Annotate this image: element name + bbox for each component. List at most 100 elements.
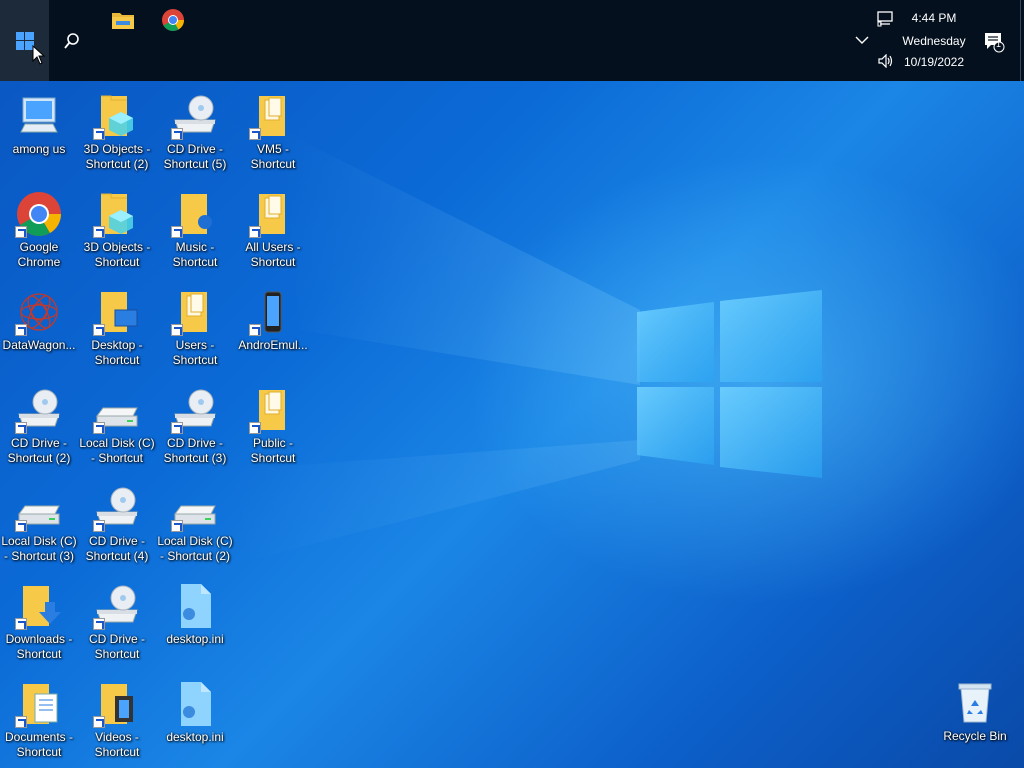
desktop-icon-label: Videos - Shortcut xyxy=(94,730,140,759)
folder-documents-icon xyxy=(15,680,63,728)
shortcut-arrow-icon xyxy=(15,422,27,434)
file-explorer-taskbar-button[interactable] xyxy=(100,0,146,40)
desktop-icon-label: CD Drive - Shortcut (5) xyxy=(163,142,227,171)
clock-date[interactable]: 10/19/2022 xyxy=(900,55,968,69)
desktop-icon-label: Desktop - Shortcut xyxy=(91,338,143,367)
desktop-icon[interactable]: Public - Shortcut xyxy=(235,386,311,466)
phone-icon xyxy=(249,288,297,336)
shortcut-arrow-icon xyxy=(15,716,27,728)
computer-icon xyxy=(15,92,63,140)
mouse-cursor-icon xyxy=(32,45,46,65)
chrome-icon xyxy=(162,9,184,31)
desktop-icon[interactable]: VM5 - Shortcut xyxy=(235,92,311,172)
desktop-icon[interactable]: Users - Shortcut xyxy=(157,288,233,368)
shortcut-arrow-icon xyxy=(249,422,261,434)
desktop-icon[interactable]: 3D Objects - Shortcut (2) xyxy=(79,92,155,172)
desktop-icon[interactable]: among us xyxy=(1,92,77,157)
shortcut-arrow-icon xyxy=(171,422,183,434)
desktop-icon[interactable]: Desktop - Shortcut xyxy=(79,288,155,368)
desktop-icon-label: Downloads - Shortcut xyxy=(5,632,73,661)
desktop-icon[interactable]: Documents - Shortcut xyxy=(1,680,77,760)
desktop-icon[interactable]: Videos - Shortcut xyxy=(79,680,155,760)
desktop-icon-label: desktop.ini xyxy=(166,730,224,744)
desktop-icon[interactable]: 3D Objects - Shortcut xyxy=(79,190,155,270)
cd-drive-icon xyxy=(93,582,141,630)
desktop-icon-label: Users - Shortcut xyxy=(172,338,218,367)
desktop-icon[interactable]: desktop.ini xyxy=(157,680,233,745)
shortcut-arrow-icon xyxy=(93,716,105,728)
shortcut-arrow-icon xyxy=(15,324,27,336)
ini-file-icon xyxy=(171,680,219,728)
desktop-icon-label: Local Disk (C) - Shortcut (2) xyxy=(157,534,233,563)
desktop-icon[interactable]: DataWagon... xyxy=(1,288,77,353)
desktop-icon[interactable]: Local Disk (C) - Shortcut (3) xyxy=(1,484,77,564)
network-icon[interactable] xyxy=(876,10,896,28)
cd-drive-icon xyxy=(15,386,63,434)
desktop-icon-label: 3D Objects - Shortcut xyxy=(83,240,151,269)
folder-docs-icon xyxy=(249,386,297,434)
desktop-background[interactable]: among us 3D Objects - Shortcut (2) CD Driv… xyxy=(0,0,1024,768)
shortcut-arrow-icon xyxy=(171,128,183,140)
start-button[interactable] xyxy=(0,0,49,81)
desktop-icon[interactable]: CD Drive - Shortcut xyxy=(79,582,155,662)
desktop-icon[interactable]: CD Drive - Shortcut (5) xyxy=(157,92,233,172)
desktop-icon-label: desktop.ini xyxy=(166,632,224,646)
datawagon-icon xyxy=(15,288,63,336)
volume-icon[interactable] xyxy=(876,52,896,70)
folder-docs-icon xyxy=(249,92,297,140)
action-center-button[interactable]: 1 xyxy=(980,28,1008,56)
recycle-bin-label: Recycle Bin xyxy=(943,729,1007,743)
local-disk-icon xyxy=(93,386,141,434)
folder-3d-icon xyxy=(93,190,141,238)
desktop-icon[interactable]: Local Disk (C) - Shortcut (2) xyxy=(157,484,233,564)
file-explorer-icon xyxy=(112,13,134,29)
cd-drive-icon xyxy=(93,484,141,532)
chrome-taskbar-button[interactable] xyxy=(150,0,196,40)
recycle-bin[interactable]: Recycle Bin xyxy=(940,678,1010,743)
recycle-bin-icon xyxy=(958,683,992,723)
desktop-icon[interactable]: AndroEmul... xyxy=(235,288,311,353)
chrome-icon xyxy=(15,190,63,238)
desktop-icon[interactable]: All Users - Shortcut xyxy=(235,190,311,270)
desktop-icon-label: DataWagon... xyxy=(2,338,76,352)
show-hidden-icons-chevron-icon[interactable] xyxy=(852,30,872,50)
desktop-icon-label: Local Disk (C) - Shortcut (3) xyxy=(1,534,77,563)
desktop-icon-label: CD Drive - Shortcut (2) xyxy=(7,436,71,465)
cd-drive-icon xyxy=(171,386,219,434)
show-desktop-divider[interactable] xyxy=(1020,0,1021,81)
shortcut-arrow-icon xyxy=(249,324,261,336)
desktop-icon[interactable]: Music - Shortcut xyxy=(157,190,233,270)
shortcut-arrow-icon xyxy=(171,324,183,336)
desktop-icon-label: CD Drive - Shortcut (4) xyxy=(85,534,149,563)
desktop-icon[interactable]: desktop.ini xyxy=(157,582,233,647)
desktop-icon[interactable]: Local Disk (C) - Shortcut xyxy=(79,386,155,466)
folder-docs-icon xyxy=(171,288,219,336)
taskbar: 4:44 PM Wednesday 10/19/2022 1 xyxy=(0,0,1024,81)
local-disk-icon xyxy=(171,484,219,532)
shortcut-arrow-icon xyxy=(93,324,105,336)
desktop-icon-label: Documents - Shortcut xyxy=(4,730,74,759)
clock-day[interactable]: Wednesday xyxy=(900,34,968,48)
shortcut-arrow-icon xyxy=(93,618,105,630)
shortcut-arrow-icon xyxy=(93,520,105,532)
desktop-icon[interactable]: Google Chrome xyxy=(1,190,77,270)
desktop-icon[interactable]: Downloads - Shortcut xyxy=(1,582,77,662)
desktop-icon-label: Google Chrome xyxy=(17,240,61,269)
folder-videos-icon xyxy=(93,680,141,728)
shortcut-arrow-icon xyxy=(15,618,27,630)
desktop-icon-label: CD Drive - Shortcut xyxy=(89,632,145,661)
folder-3d-icon xyxy=(93,92,141,140)
local-disk-icon xyxy=(15,484,63,532)
clock-time[interactable]: 4:44 PM xyxy=(900,11,968,25)
desktop-icon[interactable]: CD Drive - Shortcut (4) xyxy=(79,484,155,564)
desktop-icon-label: AndroEmul... xyxy=(238,338,308,352)
shortcut-arrow-icon xyxy=(93,422,105,434)
desktop-icon[interactable]: CD Drive - Shortcut (3) xyxy=(157,386,233,466)
search-button[interactable] xyxy=(50,0,94,81)
ini-file-icon xyxy=(171,582,219,630)
shortcut-arrow-icon xyxy=(249,128,261,140)
folder-downloads-icon xyxy=(15,582,63,630)
desktop-icon-label: Local Disk (C) - Shortcut xyxy=(79,436,155,465)
desktop-icon[interactable]: CD Drive - Shortcut (2) xyxy=(1,386,77,466)
shortcut-arrow-icon xyxy=(171,520,183,532)
